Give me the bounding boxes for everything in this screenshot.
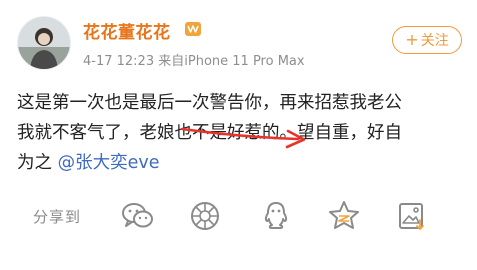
mention-link[interactable]: @张大奕eve — [58, 153, 160, 173]
qq-icon[interactable] — [258, 198, 294, 234]
follow-label: 关注 — [420, 33, 449, 49]
avatar[interactable] — [17, 16, 71, 70]
vip-badge-icon — [185, 22, 201, 36]
content-text: 为之 — [17, 153, 58, 173]
plus-icon: + — [405, 30, 419, 49]
red-arrow-annotation — [180, 127, 306, 149]
share-bar: 分享到 — [0, 192, 477, 252]
content-line-3: 为之 @张大奕eve — [17, 148, 467, 178]
post-meta: 4-17 12:23 来自iPhone 11 Pro Max — [83, 50, 305, 69]
wechat-icon[interactable] — [120, 198, 156, 234]
avatar-photo — [18, 17, 70, 69]
follow-button[interactable]: + 关注 — [392, 26, 462, 54]
post-source: 来自iPhone 11 Pro Max — [158, 54, 305, 69]
save-image-icon[interactable] — [394, 198, 430, 234]
qzone-icon[interactable] — [326, 198, 362, 234]
post-header: 花花董花花 4-17 12:23 来自iPhone 11 Pro Max + 关… — [0, 0, 477, 80]
content-line-1: 这是第一次也是最后一次警告你，再来招惹我老公 — [17, 93, 402, 113]
username[interactable]: 花花董花花 — [83, 18, 171, 43]
timestamp: 4-17 12:23 — [83, 54, 155, 69]
share-label: 分享到 — [33, 208, 82, 226]
moments-icon[interactable] — [187, 198, 223, 234]
